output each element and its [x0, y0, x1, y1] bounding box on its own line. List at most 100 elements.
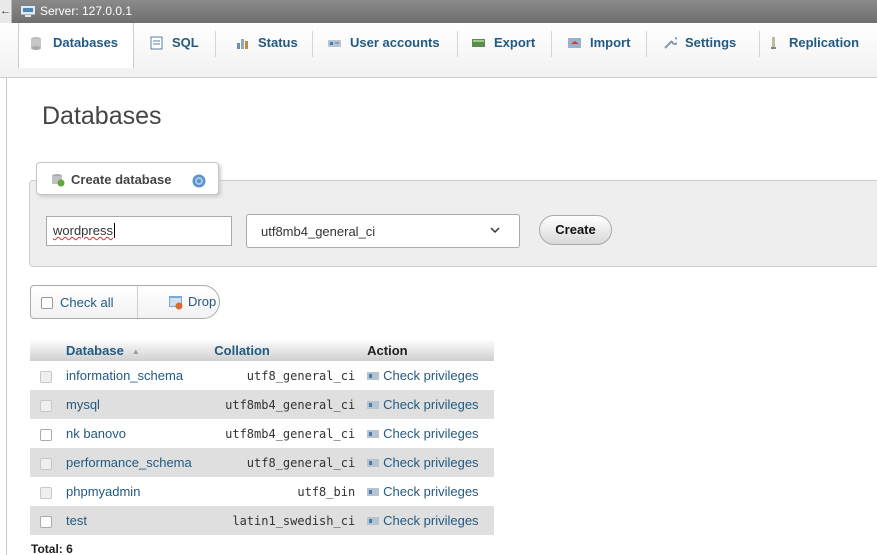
- tab-import[interactable]: Import: [568, 23, 642, 63]
- replication-icon: [771, 37, 776, 49]
- table-row: mysql utf8mb4_general_ci Check privilege…: [30, 390, 494, 419]
- databases-table: Database ▲ Collation Action information_s…: [30, 339, 494, 535]
- server-icon: [21, 6, 35, 17]
- privileges-icon: [367, 430, 380, 438]
- check-privileges-link[interactable]: Check privileges: [361, 419, 494, 448]
- row-checkbox-cell: [30, 419, 60, 448]
- privileges-icon: [367, 372, 380, 380]
- database-collation: utf8mb4_general_ci: [208, 419, 362, 448]
- row-checkbox-disabled: [40, 457, 52, 470]
- check-privileges-link[interactable]: Check privileges: [361, 361, 494, 390]
- tab-label: Databases: [53, 35, 119, 50]
- bulk-separator: [137, 286, 138, 318]
- tab-replication[interactable]: Replication: [767, 23, 877, 63]
- privileges-icon: [367, 459, 380, 467]
- privileges-icon: [367, 488, 380, 496]
- database-collation: utf8mb4_general_ci: [208, 390, 362, 419]
- tab-separator: [551, 31, 552, 57]
- database-collation: utf8_general_ci: [208, 448, 362, 477]
- create-button[interactable]: Create: [539, 215, 612, 245]
- wrench-icon: [664, 37, 677, 49]
- tab-separator: [215, 31, 216, 57]
- database-name-link[interactable]: nk banovo: [60, 419, 209, 448]
- header-action: Action: [361, 339, 494, 361]
- collation-select[interactable]: utf8mb4_general_ci: [246, 214, 520, 248]
- table-row: performance_schema utf8_general_ci Check…: [30, 448, 494, 477]
- table-row: phpmyadmin utf8_bin Check privileges: [30, 477, 494, 506]
- tab-user-accounts[interactable]: User accounts: [328, 23, 452, 63]
- total-count: Total: 6: [31, 542, 73, 555]
- database-icon: [31, 37, 41, 50]
- check-privileges-link[interactable]: Check privileges: [361, 448, 494, 477]
- tab-label: Settings: [685, 35, 737, 50]
- tab-separator: [646, 31, 647, 57]
- tab-export[interactable]: Export: [472, 23, 546, 63]
- row-checkbox[interactable]: [40, 428, 52, 441]
- database-name-link[interactable]: performance_schema: [60, 448, 209, 477]
- text-cursor: [113, 223, 115, 238]
- tab-separator: [759, 31, 760, 57]
- sort-ascending-icon: ▲: [131, 346, 140, 356]
- tab-separator: [457, 31, 458, 57]
- tab-label: Export: [494, 35, 536, 50]
- table-header-row: Database ▲ Collation Action: [30, 339, 494, 361]
- database-name-link[interactable]: mysql: [60, 390, 209, 419]
- header-collation[interactable]: Collation: [208, 339, 362, 361]
- export-icon: [472, 39, 485, 47]
- help-icon[interactable]: [192, 174, 206, 188]
- check-privileges-link[interactable]: Check privileges: [361, 506, 494, 535]
- row-checkbox-cell: [30, 448, 60, 477]
- main-tab-bar: Databases SQL Status User accounts Expor…: [0, 23, 877, 78]
- row-checkbox-cell: [30, 390, 60, 419]
- tab-databases[interactable]: Databases: [18, 23, 134, 68]
- header-database[interactable]: Database ▲: [60, 339, 209, 361]
- table-row: information_schema utf8_general_ci Check…: [30, 361, 494, 390]
- bulk-action-bar: Check all Drop: [30, 285, 220, 319]
- sql-icon: [150, 36, 163, 50]
- tab-label: Import: [590, 35, 631, 50]
- tab-label: SQL: [172, 35, 199, 50]
- chevron-down-icon: [490, 227, 500, 234]
- check-all-label[interactable]: Check all: [60, 295, 113, 310]
- row-checkbox-cell: [30, 361, 60, 390]
- check-privileges-link[interactable]: Check privileges: [361, 390, 494, 419]
- page-title: Databases: [42, 102, 162, 130]
- tab-sql[interactable]: SQL: [150, 23, 212, 63]
- tab-label: User accounts: [350, 35, 440, 50]
- database-collation: utf8_general_ci: [208, 361, 362, 390]
- create-database-label: Create database: [71, 172, 172, 187]
- import-icon: [568, 38, 581, 48]
- drop-button[interactable]: Drop: [188, 294, 216, 309]
- drop-icon: [169, 296, 183, 310]
- row-checkbox-disabled: [40, 486, 52, 499]
- database-name-value: wordpress: [53, 223, 113, 238]
- user-accounts-icon: [328, 40, 341, 47]
- table-row: nk banovo utf8mb4_general_ci Check privi…: [30, 419, 494, 448]
- database-collation: latin1_swedish_ci: [208, 506, 362, 535]
- tab-label: Replication: [789, 35, 860, 50]
- check-privileges-link[interactable]: Check privileges: [361, 477, 494, 506]
- row-checkbox-disabled: [40, 399, 52, 412]
- tab-status[interactable]: Status: [236, 23, 308, 63]
- collation-select-value: utf8mb4_general_ci: [261, 224, 376, 239]
- row-checkbox[interactable]: [40, 515, 52, 528]
- database-name-input[interactable]: wordpress: [46, 216, 232, 246]
- tab-separator: [312, 31, 313, 57]
- row-checkbox-cell: [30, 506, 60, 535]
- header-checkbox-spacer: [30, 339, 60, 361]
- tab-settings[interactable]: Settings: [663, 23, 755, 63]
- check-all-checkbox[interactable]: [41, 297, 53, 309]
- server-link[interactable]: Server: 127.0.0.1: [40, 4, 132, 18]
- status-icon: [237, 39, 248, 49]
- tab-label: Status: [258, 35, 298, 50]
- database-name-link[interactable]: phpmyadmin: [60, 477, 209, 506]
- privileges-icon: [367, 401, 380, 409]
- database-collation: utf8_bin: [208, 477, 362, 506]
- database-name-link[interactable]: information_schema: [60, 361, 209, 390]
- row-checkbox-disabled: [40, 370, 52, 383]
- page-left-border: [6, 78, 7, 555]
- database-name-link[interactable]: test: [60, 506, 209, 535]
- back-arrow-icon[interactable]: ←: [0, 0, 12, 23]
- row-checkbox-cell: [30, 477, 60, 506]
- privileges-icon: [367, 517, 380, 525]
